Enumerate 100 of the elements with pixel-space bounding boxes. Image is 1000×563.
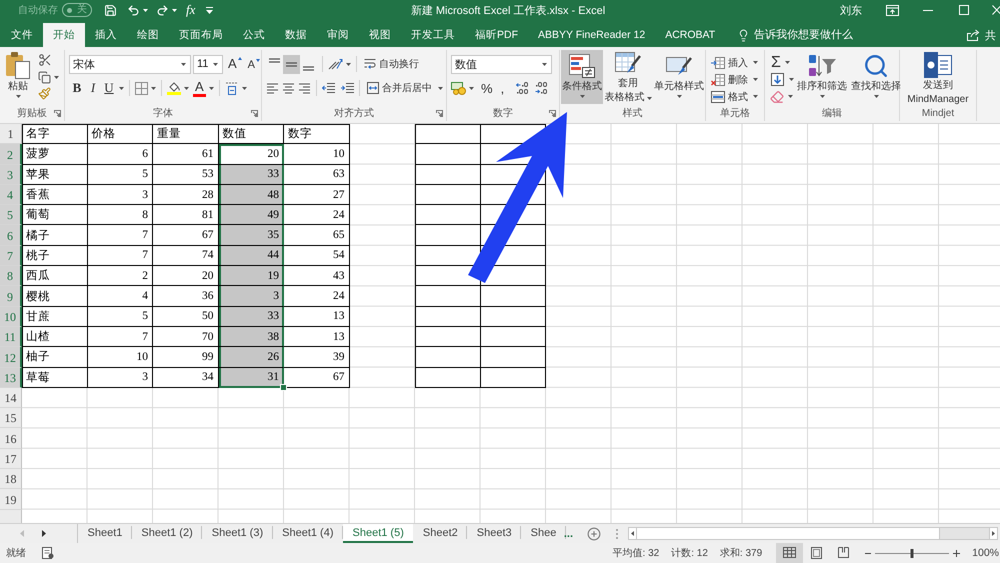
row-number[interactable]: 17 [0,448,22,470]
fill-handle[interactable] [281,384,286,390]
ribbon-tab[interactable]: 绘图 [127,23,169,47]
wrap-text-button[interactable]: 自动换行 [362,54,421,74]
format-as-table-button[interactable]: 套用 表格格式 [604,50,652,104]
paste-button[interactable]: 粘贴 [3,50,33,104]
row-number[interactable]: 1 [0,124,22,144]
row-number[interactable]: 2 [0,144,22,165]
increase-indent-icon[interactable] [341,82,354,94]
caret-icon[interactable] [753,78,758,81]
sheet-tab[interactable]: Sheet1 (5) [343,524,414,543]
ribbon-tab[interactable]: ACROBAT [655,23,726,47]
ribbon-tab[interactable]: ABBYY FineReader 12 [528,23,656,47]
align-left-icon[interactable] [266,82,279,94]
accounting-icon[interactable] [451,82,466,94]
insert-cells-button[interactable]: 插入 [709,52,750,72]
caret-icon[interactable] [789,78,794,81]
font-size-field[interactable]: 11 [193,54,223,74]
fill-bucket-icon[interactable] [167,81,181,95]
grow-font-button[interactable]: A [226,55,244,73]
ribbon-tab[interactable]: 审阅 [317,23,359,47]
ribbon-tab[interactable]: 视图 [359,23,401,47]
row-number[interactable]: 3 [0,164,22,185]
row-number[interactable]: 14 [0,388,22,408]
caret-icon[interactable] [208,86,214,90]
dialog-launcher-icon[interactable] [549,110,556,116]
row-number[interactable]: 5 [0,205,22,226]
dialog-launcher-icon[interactable] [251,110,258,116]
align-middle-icon[interactable] [283,54,300,74]
caret-icon[interactable] [242,86,247,90]
caret-icon[interactable] [184,86,189,90]
format-cells-button[interactable]: 格式 [709,86,750,106]
caret-icon[interactable] [119,86,124,90]
row-number[interactable]: 6 [0,225,22,246]
row-number[interactable]: 10 [0,306,22,327]
tell-me-field[interactable]: 告诉我你想要做什么 [754,27,858,43]
align-center-icon[interactable] [282,82,295,94]
shrink-font-button[interactable]: A [246,55,262,73]
font-name-field[interactable]: 宋体 [69,54,191,74]
ribbon-tab[interactable]: 文件 [1,23,43,47]
scrollbar-thumb[interactable] [637,528,940,539]
comma-style-button[interactable]: , [496,79,508,97]
dialog-launcher-icon[interactable] [436,110,443,116]
caret-icon[interactable] [753,61,758,64]
redo-icon[interactable] [156,4,169,16]
ribbon-tab[interactable]: 页面布局 [169,23,233,47]
ribbon-display-icon[interactable] [886,4,898,16]
row-number[interactable]: 4 [0,184,22,206]
caret-icon[interactable] [213,62,218,66]
ribbon-tab[interactable]: 公式 [233,23,275,47]
fill-down-icon[interactable] [771,73,784,86]
row-number[interactable]: 15 [0,408,22,428]
caret-icon[interactable] [753,95,758,98]
underline-button[interactable]: U [101,79,117,97]
ribbon-tab[interactable]: 福昕PDF [465,23,528,47]
row-number[interactable]: 11 [0,326,22,348]
merge-center-button[interactable]: 合并后居中 [365,78,434,98]
orientation-icon[interactable] [328,58,343,70]
undo-icon[interactable] [127,4,140,16]
macro-record-icon[interactable] [42,547,54,559]
row-number[interactable]: 18 [0,469,22,490]
decrease-decimal-icon[interactable] [535,82,548,94]
row-number[interactable]: 19 [0,489,22,510]
scroll-right-icon[interactable] [989,527,998,540]
caret-icon[interactable] [542,62,547,66]
row-number[interactable]: 12 [0,347,22,368]
send-to-mindmanager-button[interactable]: 发送到 MindManager [904,50,972,104]
horizontal-scrollbar[interactable] [637,527,989,540]
sort-filter-button[interactable]: 排序和筛选 [796,50,848,104]
scissors-icon[interactable] [38,53,52,67]
caret-icon[interactable] [788,95,793,98]
dialog-launcher-icon[interactable] [54,110,61,116]
ribbon-tab[interactable]: 开发工具 [401,23,465,47]
decrease-indent-icon[interactable] [322,82,335,94]
caret-icon[interactable] [143,8,148,12]
paintbrush-icon[interactable] [38,87,51,100]
caret-icon[interactable] [172,8,177,12]
ribbon-tab[interactable]: 数据 [275,23,317,47]
zoom-in-icon[interactable] [953,550,960,556]
row-number[interactable]: 13 [0,368,22,388]
align-right-icon[interactable] [298,82,311,94]
row-number[interactable]: 8 [0,266,22,286]
bold-button[interactable]: B [69,79,85,97]
row-number[interactable]: 7 [0,246,22,266]
italic-button[interactable]: I [85,79,101,97]
zoom-slider-thumb[interactable] [910,548,914,558]
ribbon-tab[interactable]: 插入 [85,23,127,47]
increase-decimal-icon[interactable] [516,82,530,94]
user-name[interactable]: 刘东 [840,2,862,18]
share-button[interactable]: 共 [967,23,1000,47]
phonetic-guide-icon[interactable] [224,81,239,95]
zoom-level[interactable]: 100% [972,547,999,559]
autosum-button[interactable]: Σ [767,54,785,72]
normal-view-icon[interactable] [776,543,804,563]
copy-icon[interactable] [38,70,51,84]
maximize-icon[interactable] [959,5,969,15]
row-number[interactable]: 16 [0,428,22,449]
caret-icon[interactable] [438,86,443,90]
caret-icon[interactable] [181,62,186,66]
scroll-right-icon[interactable] [42,530,46,537]
